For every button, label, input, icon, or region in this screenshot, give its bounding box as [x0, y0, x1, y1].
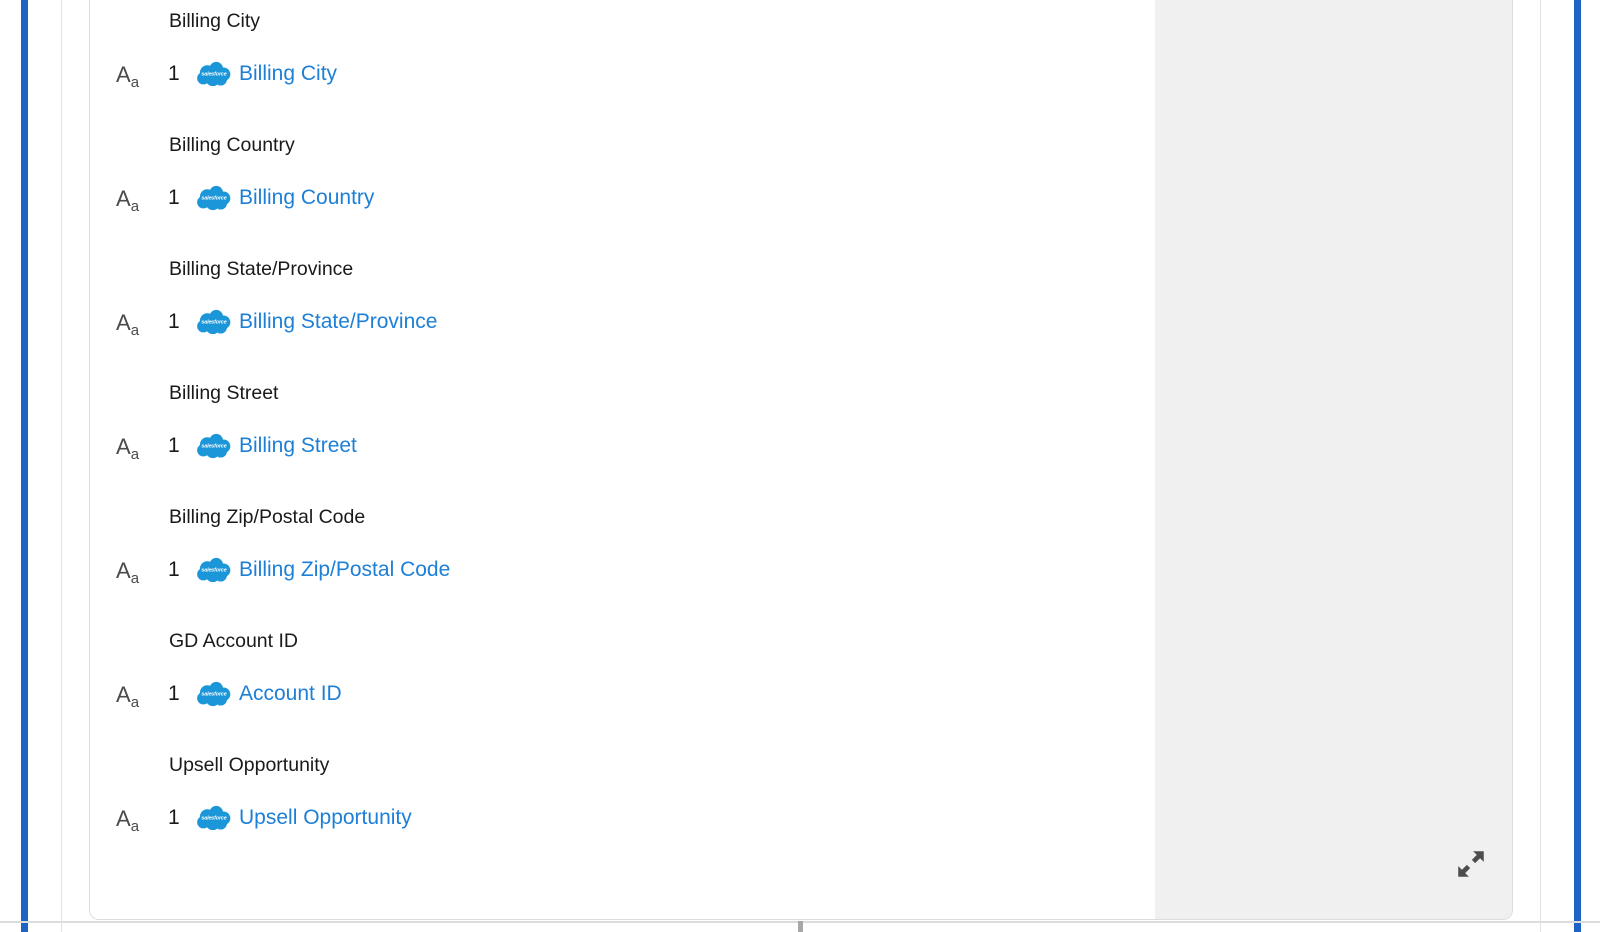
source-field-link[interactable]: Billing Country [239, 186, 374, 210]
mapping-count: 1 [168, 682, 180, 705]
field-mapping-heading: Billing Zip/Postal Code [169, 506, 366, 528]
text-type-icon: Aa [116, 682, 140, 711]
field-mapping-heading: Billing Street [169, 382, 279, 404]
field-mapping-list: Billing City Aa 1 salesforce Billing Cit… [90, 0, 1154, 868]
text-type-icon: Aa [116, 558, 140, 587]
mapping-count: 1 [168, 310, 180, 333]
field-mapping-heading: Billing Country [169, 134, 295, 156]
field-mapping-card: Billing City Aa 1 salesforce Billing Cit… [89, 0, 1513, 920]
detail-preview-pane [1155, 0, 1512, 919]
source-field-link[interactable]: Account ID [239, 682, 342, 706]
field-mapping-group: Billing Street Aa 1 salesforce Billing S… [90, 372, 1154, 496]
field-mapping-group: Billing Zip/Postal Code Aa 1 salesforce … [90, 496, 1154, 620]
field-mapping-row[interactable]: Aa 1 salesforce Upsell Opportunity [90, 800, 412, 836]
field-mapping-group: Billing Country Aa 1 salesforce Billing … [90, 124, 1154, 248]
salesforce-cloud-icon: salesforce [197, 61, 231, 87]
source-field-link[interactable]: Billing State/Province [239, 310, 437, 334]
text-type-icon: Aa [116, 434, 140, 463]
field-mapping-heading: Billing State/Province [169, 258, 354, 280]
svg-text:salesforce: salesforce [201, 195, 226, 201]
field-mapping-heading: GD Account ID [169, 630, 298, 652]
salesforce-cloud-icon: salesforce [197, 557, 231, 583]
window-accent-bar-right [1574, 0, 1581, 932]
window-accent-bar-left [21, 0, 28, 932]
text-type-icon: Aa [116, 186, 140, 215]
mapping-count: 1 [168, 186, 180, 209]
field-mapping-group: GD Account ID Aa 1 salesforce Account ID [90, 620, 1154, 744]
salesforce-cloud-icon: salesforce [197, 681, 231, 707]
expand-diagonal-icon[interactable] [1454, 847, 1488, 881]
mapping-count: 1 [168, 558, 180, 581]
svg-text:salesforce: salesforce [201, 319, 226, 325]
field-mapping-heading: Upsell Opportunity [169, 754, 330, 776]
horizontal-scroll-handle[interactable] [798, 921, 803, 932]
field-mapping-heading: Billing City [169, 10, 261, 32]
svg-text:salesforce: salesforce [201, 815, 226, 821]
field-mapping-list-pane: Billing City Aa 1 salesforce Billing Cit… [90, 0, 1154, 919]
field-mapping-row[interactable]: Aa 1 salesforce Billing State/Province [90, 304, 437, 340]
mapping-count: 1 [168, 434, 180, 457]
field-mapping-group: Billing State/Province Aa 1 salesforce B… [90, 248, 1154, 372]
field-mapping-row[interactable]: Aa 1 salesforce Billing Street [90, 428, 357, 464]
source-field-link[interactable]: Upsell Opportunity [239, 806, 412, 830]
field-mapping-group: Upsell Opportunity Aa 1 salesforce Upsel… [90, 744, 1154, 868]
svg-text:salesforce: salesforce [201, 443, 226, 449]
text-type-icon: Aa [116, 806, 140, 835]
text-type-icon: Aa [116, 62, 140, 91]
mapping-count: 1 [168, 806, 180, 829]
svg-text:salesforce: salesforce [201, 691, 226, 697]
salesforce-cloud-icon: salesforce [197, 805, 231, 831]
field-mapping-row[interactable]: Aa 1 salesforce Billing City [90, 56, 337, 92]
text-type-icon: Aa [116, 310, 140, 339]
field-mapping-row[interactable]: Aa 1 salesforce Billing Zip/Postal Code [90, 552, 450, 588]
salesforce-cloud-icon: salesforce [197, 309, 231, 335]
source-field-link[interactable]: Billing City [239, 62, 337, 86]
field-mapping-group: Billing City Aa 1 salesforce Billing Cit… [90, 0, 1154, 124]
svg-text:salesforce: salesforce [201, 71, 226, 77]
field-mapping-row[interactable]: Aa 1 salesforce Account ID [90, 676, 342, 712]
mapping-count: 1 [168, 62, 180, 85]
svg-text:salesforce: salesforce [201, 567, 226, 573]
source-field-link[interactable]: Billing Street [239, 434, 357, 458]
field-mapping-row[interactable]: Aa 1 salesforce Billing Country [90, 180, 374, 216]
window-divider-left [61, 0, 62, 932]
salesforce-cloud-icon: salesforce [197, 185, 231, 211]
source-field-link[interactable]: Billing Zip/Postal Code [239, 558, 450, 582]
salesforce-cloud-icon: salesforce [197, 433, 231, 459]
window-divider-right [1540, 0, 1541, 932]
